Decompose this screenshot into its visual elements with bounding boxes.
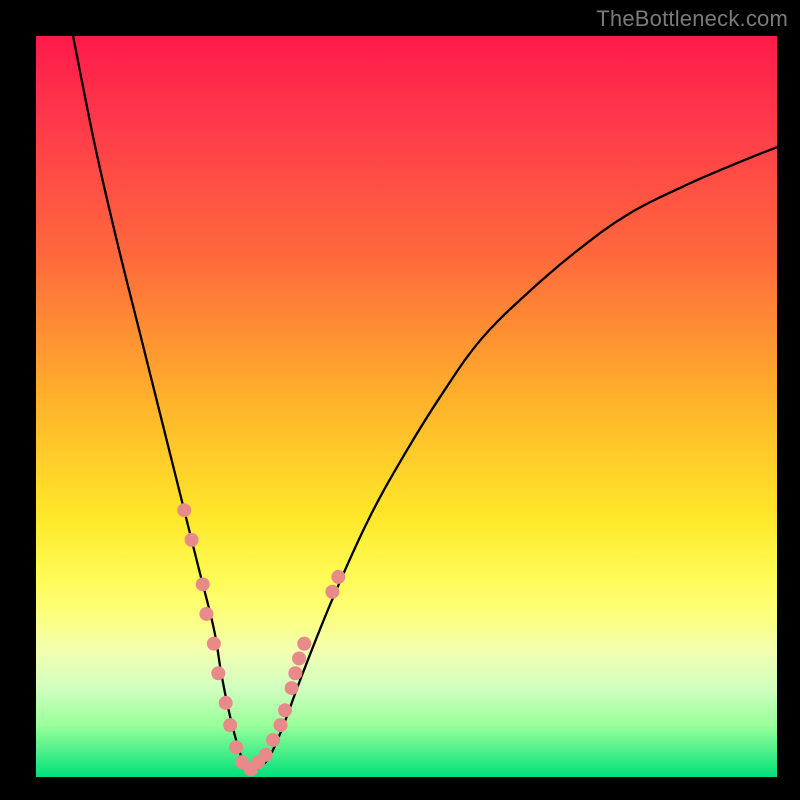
highlight-dot <box>266 733 280 747</box>
highlight-dot <box>274 718 288 732</box>
highlight-dot <box>278 703 292 717</box>
plot-area <box>36 36 777 777</box>
highlight-dot <box>177 503 191 517</box>
highlight-dot <box>297 637 311 651</box>
highlight-dot <box>325 585 339 599</box>
highlight-dot <box>292 651 306 665</box>
highlight-dot <box>211 666 225 680</box>
watermark-label: TheBottleneck.com <box>596 6 788 32</box>
highlight-dots-group <box>177 503 345 776</box>
highlight-dot <box>223 718 237 732</box>
highlight-dot <box>207 637 221 651</box>
highlight-dot <box>259 748 273 762</box>
highlight-dot <box>219 696 233 710</box>
highlight-dot <box>285 681 299 695</box>
highlight-dot <box>331 570 345 584</box>
highlight-dot <box>288 666 302 680</box>
highlight-dot <box>185 533 199 547</box>
highlight-dot <box>199 607 213 621</box>
bottleneck-curve <box>73 36 777 770</box>
highlight-dot <box>229 740 243 754</box>
chart-frame: TheBottleneck.com <box>0 0 800 800</box>
highlight-dot <box>196 577 210 591</box>
chart-overlay <box>36 36 777 777</box>
